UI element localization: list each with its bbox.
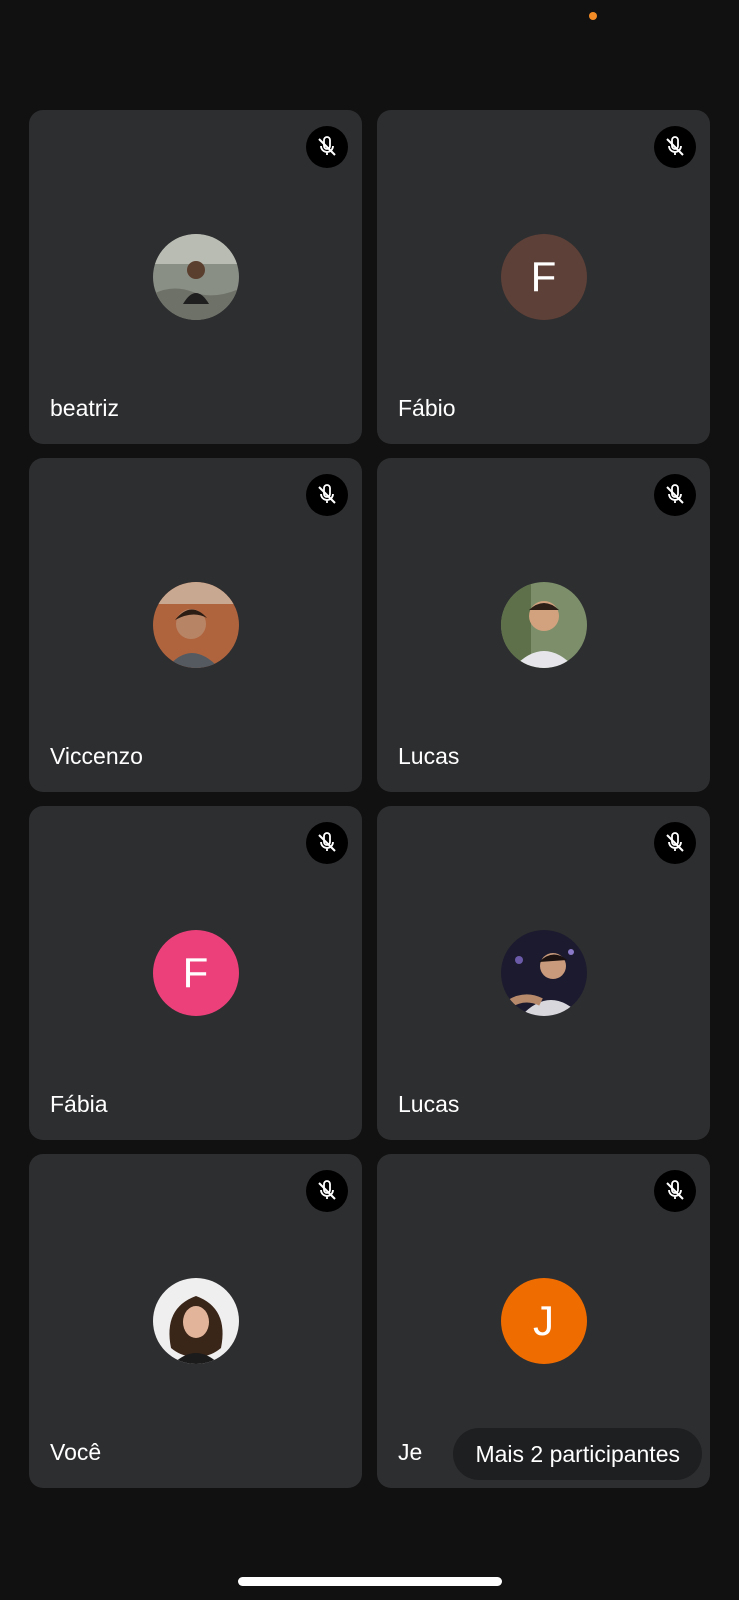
mic-off-icon xyxy=(306,126,348,168)
participant-tile-fabio[interactable]: F Fábio xyxy=(377,110,710,444)
mic-off-icon xyxy=(306,1170,348,1212)
participant-name: Fábia xyxy=(50,1091,108,1117)
participant-avatar: F xyxy=(152,930,239,1016)
participant-tile-fabia[interactable]: F Fábia xyxy=(29,806,362,1140)
participant-name: Fábio xyxy=(398,395,456,421)
participant-name: Você xyxy=(50,1439,102,1465)
participant-tile-viccenzo[interactable]: Viccenzo xyxy=(29,458,362,792)
participant-name: Lucas xyxy=(398,743,460,769)
mic-off-icon xyxy=(654,126,696,168)
home-indicator-bar[interactable] xyxy=(238,1577,502,1586)
participant-name: beatriz xyxy=(50,395,120,421)
participant-name: Viccenzo xyxy=(50,743,143,769)
participant-grid: beatriz F Fábio Viccenzo Lucas F Fábia L… xyxy=(29,110,710,1488)
participant-tile-je[interactable]: J Je Mais 2 participantes xyxy=(377,1154,710,1488)
mic-off-icon xyxy=(306,474,348,516)
participant-avatar xyxy=(152,582,239,668)
participant-tile-lucas[interactable]: Lucas xyxy=(377,458,710,792)
status-indicator-dot xyxy=(589,12,597,20)
participant-avatar xyxy=(152,234,239,320)
participant-avatar: F xyxy=(500,234,587,320)
participant-tile-beatriz[interactable]: beatriz xyxy=(29,110,362,444)
participant-tile-self[interactable]: Você xyxy=(29,1154,362,1488)
participant-avatar xyxy=(152,1278,239,1364)
mic-off-icon xyxy=(654,1170,696,1212)
participant-tile-lucas-2[interactable]: Lucas xyxy=(377,806,710,1140)
mic-off-icon xyxy=(654,822,696,864)
participant-name: Lucas xyxy=(398,1091,460,1117)
participant-name: Je xyxy=(398,1439,423,1465)
mic-off-icon xyxy=(654,474,696,516)
participant-avatar xyxy=(500,582,587,668)
participant-avatar xyxy=(500,930,587,1016)
more-participants-button[interactable]: Mais 2 participantes xyxy=(453,1428,702,1480)
participant-avatar: J xyxy=(500,1278,587,1364)
mic-off-icon xyxy=(306,822,348,864)
